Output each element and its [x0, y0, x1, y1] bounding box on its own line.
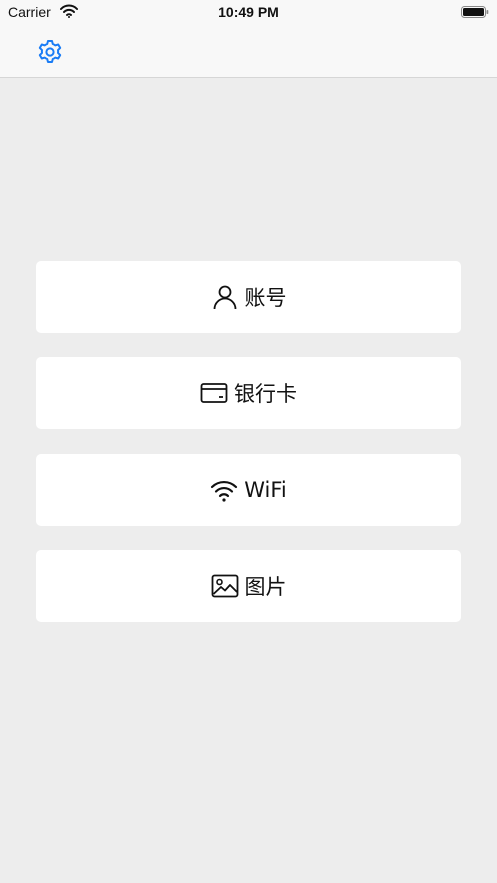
account-button[interactable]: 账号 — [36, 261, 461, 333]
gear-icon[interactable] — [36, 38, 64, 66]
image-label: 图片 — [244, 575, 287, 599]
app-screen: Carrier 10:49 PM 账号 银行卡 WiFi 图片 — [0, 0, 497, 883]
image-button[interactable]: 图片 — [36, 550, 461, 622]
wifi-icon — [210, 476, 238, 504]
bank-card-label: 银行卡 — [234, 382, 297, 406]
status-bar: Carrier 10:49 PM — [0, 0, 497, 26]
wifi-label: WiFi — [244, 478, 287, 502]
credit-card-icon — [200, 379, 228, 407]
user-icon — [211, 283, 239, 311]
battery-icon — [461, 6, 489, 18]
wifi-button[interactable]: WiFi — [36, 454, 461, 526]
status-time: 10:49 PM — [218, 4, 279, 20]
bank-card-button[interactable]: 银行卡 — [36, 357, 461, 429]
account-label: 账号 — [244, 286, 287, 310]
navigation-bar — [0, 26, 497, 78]
image-icon — [211, 572, 239, 600]
